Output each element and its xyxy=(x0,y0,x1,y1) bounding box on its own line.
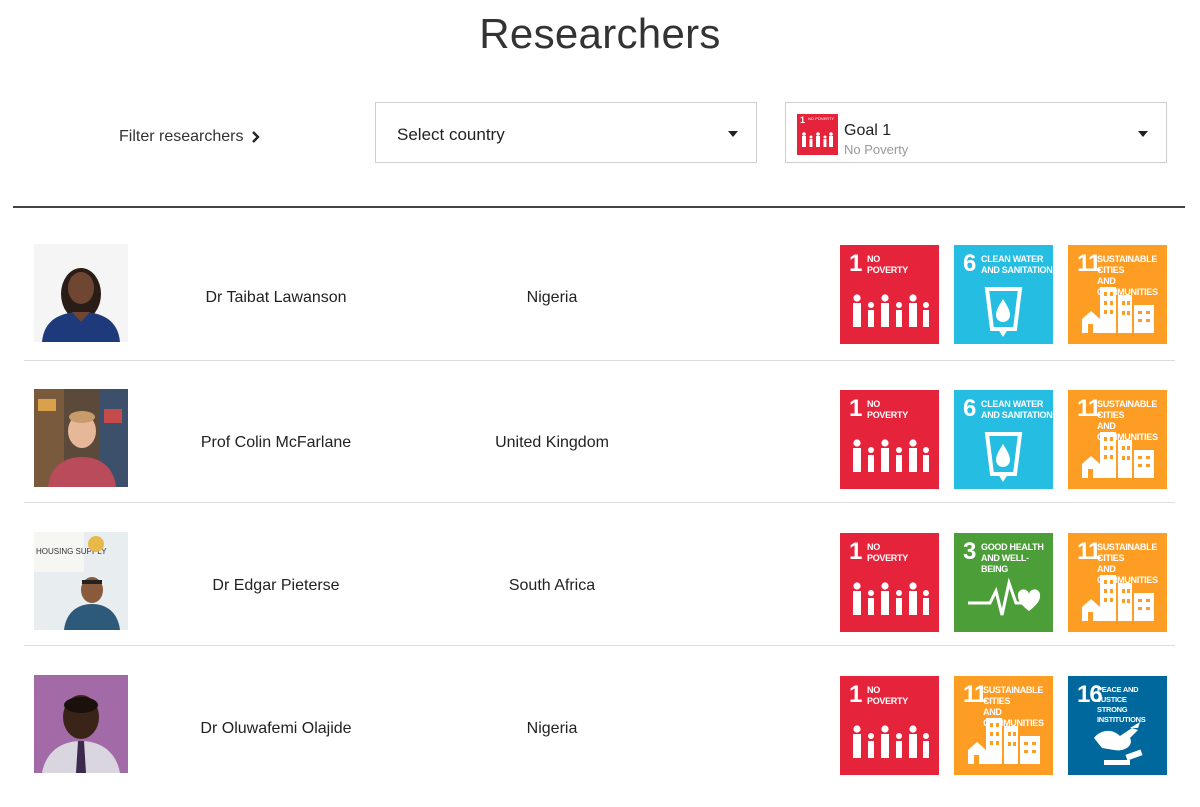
sdg-goal-1-tile[interactable]: 1 NO POVERTY xyxy=(840,245,939,344)
no-poverty-icon xyxy=(853,294,929,327)
researcher-row: Dr Oluwafemi Olajide Nigeria 1 NO POVERTY 11… xyxy=(24,667,1175,807)
sdg-goal-11-tile[interactable]: 11 SUSTAINABLE CITIES AND COMMUNITIES xyxy=(1068,390,1167,489)
sdg-goal-1-tile[interactable]: 1 NO POVERTY xyxy=(840,676,939,775)
caret-down-icon xyxy=(1138,131,1148,137)
country-select[interactable]: Select country xyxy=(375,102,757,163)
sdg-goal-11-tile[interactable]: 11 SUSTAINABLE CITIES AND COMMUNITIES xyxy=(1068,533,1167,632)
goal-select-value: Goal 1 xyxy=(844,122,892,139)
researcher-name[interactable]: Dr Edgar Pieterse xyxy=(156,577,396,595)
sdg-goal-6-tile[interactable]: 6 CLEAN WATER AND SANITATION xyxy=(954,245,1053,344)
no-poverty-icon xyxy=(853,582,929,615)
goal-thumbnail: 1 NO POVERTY xyxy=(797,114,838,155)
researcher-photo[interactable] xyxy=(34,244,128,342)
sdg-goal-6-tile[interactable]: 6 CLEAN WATER AND SANITATION xyxy=(954,390,1053,489)
researcher-name[interactable]: Dr Oluwafemi Olajide xyxy=(156,720,396,738)
sdg-goal-1-tile[interactable]: 1 NO POVERTY xyxy=(840,533,939,632)
page-title: Researchers xyxy=(479,10,721,57)
header-divider xyxy=(13,206,1185,208)
sdg-goal-3-tile[interactable]: 3 GOOD HEALTH AND WELL-BEING xyxy=(954,533,1053,632)
researcher-photo[interactable] xyxy=(34,675,128,773)
sustainable-cities-icon xyxy=(1082,432,1154,478)
researcher-row: Dr Taibat Lawanson Nigeria 1 NO POVERTY 6 CLE… xyxy=(24,236,1175,376)
researcher-country: United Kingdom xyxy=(495,434,609,451)
no-poverty-icon xyxy=(853,725,929,758)
peace-justice-icon xyxy=(1094,722,1143,765)
filter-label: Filter researchers xyxy=(119,128,244,145)
researcher-country: Nigeria xyxy=(526,720,578,737)
sustainable-cities-icon xyxy=(1082,575,1154,621)
researcher-photo[interactable]: HOUSING SUPPLY xyxy=(34,532,128,630)
researcher-country: South Africa xyxy=(508,577,596,594)
researcher-country: Nigeria xyxy=(526,289,578,306)
no-poverty-icon xyxy=(853,439,929,472)
researcher-name[interactable]: Prof Colin McFarlane xyxy=(156,434,396,452)
goal-select-subtitle: No Poverty xyxy=(844,142,909,157)
researcher-photo[interactable] xyxy=(34,389,128,487)
row-divider xyxy=(24,360,1175,361)
row-divider xyxy=(24,645,1175,646)
sdg-goal-11-tile[interactable]: 11 SUSTAINABLE CITIES AND COMMUNITIES xyxy=(954,676,1053,775)
chevron-right-icon xyxy=(252,131,261,143)
researcher-name[interactable]: Dr Taibat Lawanson xyxy=(156,289,396,307)
goal-thumb-text: NO POVERTY xyxy=(808,116,835,121)
sdg-goal-1-tile[interactable]: 1 NO POVERTY xyxy=(840,390,939,489)
family-icon xyxy=(802,132,833,147)
country-select-value: Select country xyxy=(397,125,505,144)
researcher-row: HOUSING SUPPLY Dr Edgar Pieterse South Afr… xyxy=(24,524,1175,664)
sdg-goal-11-tile[interactable]: 11 SUSTAINABLE CITIES AND COMMUNITIES xyxy=(1068,245,1167,344)
clean-water-icon xyxy=(984,432,1023,482)
filter-researchers-toggle[interactable]: Filter researchers xyxy=(119,128,261,146)
goal-thumb-number: 1 xyxy=(800,115,806,125)
researcher-row: Prof Colin McFarlane United Kingdom 1 NO PO… xyxy=(24,381,1175,521)
sustainable-cities-icon xyxy=(1082,287,1154,333)
caret-down-icon xyxy=(728,131,738,137)
sustainable-cities-icon xyxy=(968,718,1040,764)
clean-water-icon xyxy=(984,287,1023,337)
row-divider xyxy=(24,502,1175,503)
sdg-goal-16-tile[interactable]: 16 PEACE AND JUSTICE STRONG INSTITUTIONS xyxy=(1068,676,1167,775)
good-health-icon xyxy=(968,577,1041,616)
goal-select[interactable]: 1 NO POVERTY Goal 1 No Poverty xyxy=(785,102,1167,163)
